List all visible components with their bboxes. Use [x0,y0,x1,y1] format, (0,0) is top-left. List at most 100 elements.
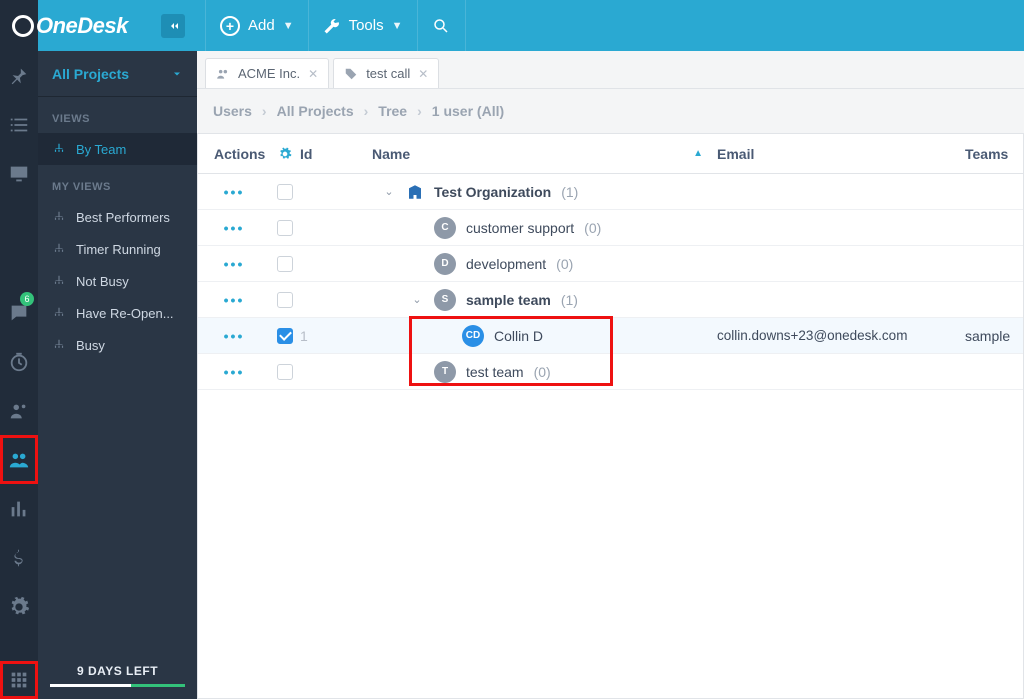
row-actions-button[interactable]: ••• [198,256,270,272]
row-count: (0) [556,256,573,272]
brand-logo: OneDesk [0,0,128,51]
disclose-toggle[interactable]: ⌄ [382,185,396,199]
row-name-cell[interactable]: CDCollin D [372,325,717,347]
row-checkbox[interactable] [277,328,293,344]
brand-text: OneDesk [36,13,128,38]
col-name[interactable]: Name ▲ [372,146,717,162]
myviews-heading: MY VIEWS [38,165,197,201]
row-count: (0) [534,364,551,380]
table-row[interactable]: ••• Ttest team(0) [198,354,1023,390]
myview-best-performers[interactable]: Best Performers [38,201,197,233]
avatar: D [434,253,456,275]
trial-progress [50,684,185,687]
row-actions-button[interactable]: ••• [198,364,270,380]
view-label: Timer Running [76,242,161,257]
row-actions-button[interactable]: ••• [198,328,270,344]
column-settings-button[interactable] [270,147,300,161]
rail-pin-icon[interactable] [0,51,38,100]
view-label: Busy [76,338,105,353]
hierarchy-icon [52,338,66,352]
project-selector-label: All Projects [52,66,129,82]
tag-icon [344,67,358,81]
row-name-cell[interactable]: ⌄Ssample team(1) [372,289,717,311]
gear-icon [278,147,292,161]
tab-close-icon[interactable]: ✕ [418,67,428,81]
row-count: (1) [561,292,578,308]
nav-rail: 6 [0,0,38,699]
messages-badge: 6 [20,292,34,306]
hierarchy-icon [52,142,66,156]
users-icon [216,67,230,81]
add-button[interactable]: + Add ▼ [205,0,309,51]
row-name-cell[interactable]: Ttest team(0) [372,361,717,383]
rail-customers-icon[interactable] [0,386,38,435]
row-name: customer support [466,220,574,236]
table-row[interactable]: ••• Ddevelopment (0) [198,246,1023,282]
table-row[interactable]: •••Ccustomer support(0) [198,210,1023,246]
row-name-cell[interactable]: Ddevelopment (0) [372,253,717,275]
rail-apps-icon[interactable] [0,661,38,699]
rail-analytics-icon[interactable] [0,484,38,533]
avatar: CD [462,325,484,347]
chevron-right-icon: › [262,103,267,119]
col-email[interactable]: Email [717,146,965,162]
crumb-count: 1 user (All) [432,103,504,119]
wrench-icon [323,17,341,35]
table-row[interactable]: •••⌄Test Organization(1) [198,174,1023,210]
row-actions-button[interactable]: ••• [198,184,270,200]
row-name: development [466,256,546,272]
tab-label: ACME Inc. [238,66,300,81]
row-email: collin.downs+23@onedesk.com [717,328,965,343]
sidebar-collapse-button[interactable] [161,14,185,38]
organization-icon [406,183,424,201]
row-checkbox[interactable] [277,256,293,272]
rail-settings-icon[interactable] [0,582,38,631]
col-actions[interactable]: Actions [198,146,270,162]
users-grid: Actions Id Name ▲ Email Teams ••• ⌄ Test O… [197,133,1024,699]
row-checkbox[interactable] [277,364,293,380]
sidebar: All Projects VIEWS By Team MY VIEWS Best… [38,0,197,699]
myview-busy[interactable]: Busy [38,329,197,361]
chevron-right-icon: › [417,103,422,119]
tab-label: test call [366,66,410,81]
row-name: Test Organization [434,184,551,200]
table-row[interactable]: •••1CDCollin Dcollin.downs+23@onedesk.co… [198,318,1023,354]
search-button[interactable] [418,0,466,51]
row-actions-button[interactable]: ••• [198,292,270,308]
hierarchy-icon [52,210,66,224]
view-by-team[interactable]: By Team [38,133,197,165]
tab-test-call[interactable]: test call ✕ [333,58,439,88]
rail-timer-icon[interactable] [0,337,38,386]
row-checkbox[interactable] [277,184,293,200]
rail-messages-icon[interactable]: 6 [0,288,38,337]
myview-not-busy[interactable]: Not Busy [38,265,197,297]
tools-button[interactable]: Tools ▼ [309,0,418,51]
row-actions-button[interactable]: ••• [198,220,270,236]
tools-label: Tools [349,17,384,34]
col-teams[interactable]: Teams [965,146,1023,162]
myview-timer-running[interactable]: Timer Running [38,233,197,265]
col-id[interactable]: Id [300,146,372,162]
project-selector[interactable]: All Projects [38,51,197,97]
rail-tasks-icon[interactable] [0,100,38,149]
row-name-cell[interactable]: Ccustomer support(0) [372,217,717,239]
view-label: Not Busy [76,274,129,289]
tab-acme[interactable]: ACME Inc. ✕ [205,58,329,88]
chevron-down-icon: ▼ [283,20,294,32]
table-row[interactable]: ••• ⌄Ssample team(1) [198,282,1023,318]
rail-users-icon[interactable] [0,435,38,484]
row-checkbox[interactable] [277,220,293,236]
rail-monitor-icon[interactable] [0,149,38,198]
row-checkbox[interactable] [277,292,293,308]
myview-have-reopen[interactable]: Have Re-Open... [38,297,197,329]
breadcrumb: Users › All Projects › Tree › 1 user (Al… [197,89,1024,133]
tab-close-icon[interactable]: ✕ [308,67,318,81]
crumb-users[interactable]: Users [213,103,252,119]
rail-billing-icon[interactable] [0,533,38,582]
chevron-down-icon: ▼ [392,20,403,32]
disclose-toggle[interactable]: ⌄ [410,293,424,307]
row-count: (0) [584,220,601,236]
crumb-tree[interactable]: Tree [378,103,407,119]
row-name-cell[interactable]: ⌄Test Organization(1) [372,183,717,201]
crumb-all-projects[interactable]: All Projects [277,103,354,119]
